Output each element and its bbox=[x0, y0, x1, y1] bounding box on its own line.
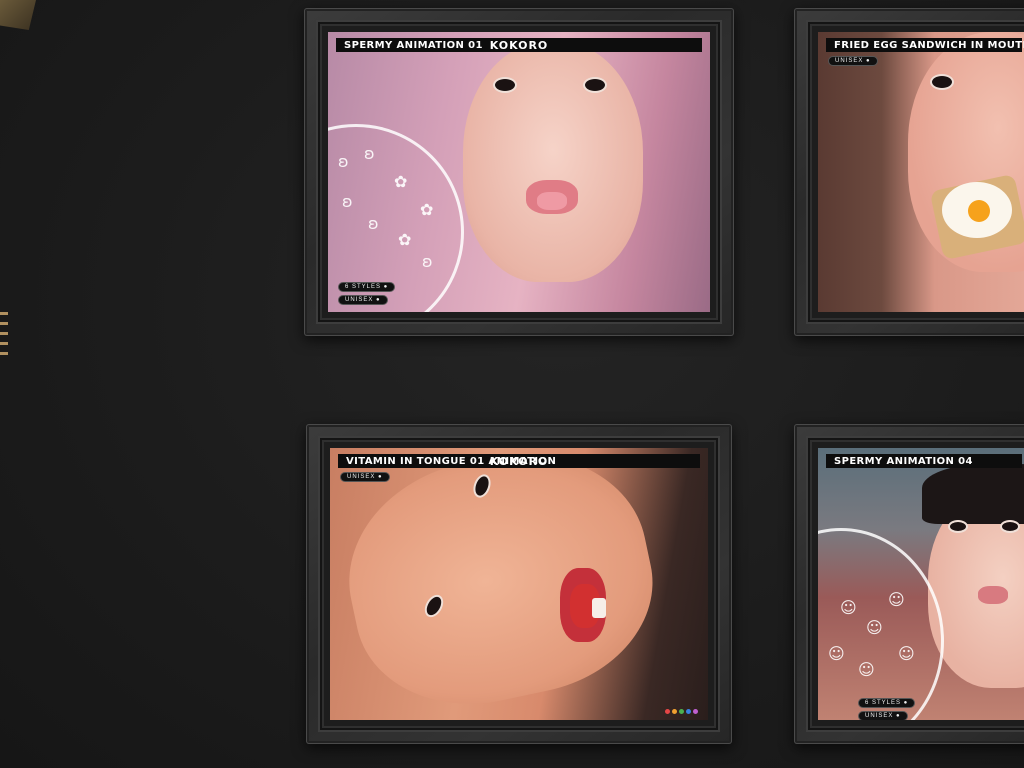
brand-logo: KOKORO bbox=[489, 454, 549, 468]
ghost-icon: ☺ bbox=[840, 598, 857, 617]
poster-title-bar: SPERMY ANIMATION 01 KOKORO bbox=[336, 38, 702, 52]
unisex-pill: UNISEX ● bbox=[828, 56, 878, 66]
vitamin-pill-icon bbox=[592, 598, 606, 618]
styles-pill: 6 STYLES ● bbox=[338, 282, 396, 292]
poster-title: SPERMY ANIMATION 01 bbox=[344, 39, 483, 51]
eye-left bbox=[948, 520, 968, 533]
poster-image: ʚ ʚ ʚ ʚ ✿ ✿ ✿ ʚ SPERMY ANIMATION 01 KOKO… bbox=[328, 32, 710, 312]
edge-stripes bbox=[0, 312, 8, 362]
pill-group: UNISEX ● bbox=[340, 470, 390, 482]
left-edge-prop bbox=[0, 0, 36, 768]
mouth bbox=[978, 586, 1008, 604]
frame-bezel: ʚ ʚ ʚ ʚ ✿ ✿ ✿ ʚ SPERMY ANIMATION 01 KOKO… bbox=[318, 22, 720, 322]
hair-shape bbox=[922, 464, 1024, 524]
spermy-icon: ʚ bbox=[422, 252, 433, 271]
unisex-pill: UNISEX ● bbox=[340, 472, 390, 482]
face-illustration bbox=[330, 448, 672, 720]
unisex-pill: UNISEX ● bbox=[338, 295, 388, 305]
styles-pill: 6 STYLES ● bbox=[858, 698, 916, 708]
eye-right bbox=[1000, 520, 1020, 533]
frame-bezel: ☺ ☺ ☺ ☺ ☺ ☺ SPERMY ANIMATION 04 6 STYLES… bbox=[808, 438, 1024, 730]
poster-image: ☺ ☺ ☺ ☺ ☺ ☺ SPERMY ANIMATION 04 6 STYLES… bbox=[818, 448, 1024, 720]
spermy-icon: ʚ bbox=[364, 144, 375, 163]
unisex-pill: UNISEX ● bbox=[858, 711, 908, 720]
ghost-icon: ☺ bbox=[898, 644, 915, 663]
spermy-icon: ✿ bbox=[420, 200, 434, 219]
spermy-icon: ʚ bbox=[342, 192, 353, 211]
eye-left bbox=[493, 77, 517, 93]
poster-image: FRIED EGG SANDWICH IN MOUTH UNISEX ● bbox=[818, 32, 1024, 312]
poster-title-bar: SPERMY ANIMATION 04 bbox=[826, 454, 1022, 468]
spermy-icon: ʚ bbox=[368, 214, 379, 233]
eye-left bbox=[930, 74, 954, 90]
spermy-icon: ✿ bbox=[398, 230, 412, 249]
frame-bezel: VITAMIN IN TONGUE 01 ANIMATION KOKORO UN… bbox=[320, 438, 718, 730]
pill-group: 6 STYLES ● UNISEX ● bbox=[338, 280, 396, 305]
poster-frame-vitamin-in-tongue[interactable]: VITAMIN IN TONGUE 01 ANIMATION KOKORO UN… bbox=[306, 424, 732, 744]
spermy-icon: ✿ bbox=[394, 172, 408, 191]
poster-frame-spermy-animation-04[interactable]: ☺ ☺ ☺ ☺ ☺ ☺ SPERMY ANIMATION 04 6 STYLES… bbox=[794, 424, 1024, 744]
poster-title: FRIED EGG SANDWICH IN MOUTH bbox=[834, 39, 1024, 51]
color-swatch-dots bbox=[665, 709, 698, 714]
ghost-icon: ☺ bbox=[828, 644, 845, 663]
egg-yolk-icon bbox=[968, 200, 990, 222]
poster-title-bar: FRIED EGG SANDWICH IN MOUTH bbox=[826, 38, 1024, 52]
ghost-icon: ☺ bbox=[888, 590, 905, 609]
brand-logo: KOKORO bbox=[489, 38, 549, 52]
spermy-icon: ʚ bbox=[338, 152, 349, 171]
tongue bbox=[537, 192, 567, 210]
poster-image: VITAMIN IN TONGUE 01 ANIMATION KOKORO UN… bbox=[330, 448, 708, 720]
ghost-icon: ☺ bbox=[866, 618, 883, 637]
pill-group: 6 STYLES ● UNISEX ● bbox=[858, 696, 916, 720]
poster-frame-spermy-animation-01[interactable]: ʚ ʚ ʚ ʚ ✿ ✿ ✿ ʚ SPERMY ANIMATION 01 KOKO… bbox=[304, 8, 734, 336]
poster-frame-fried-egg-sandwich[interactable]: FRIED EGG SANDWICH IN MOUTH UNISEX ● bbox=[794, 8, 1024, 336]
poster-title: SPERMY ANIMATION 04 bbox=[834, 455, 973, 467]
frame-bezel: FRIED EGG SANDWICH IN MOUTH UNISEX ● bbox=[808, 22, 1024, 322]
poster-title-bar: VITAMIN IN TONGUE 01 ANIMATION KOKORO bbox=[338, 454, 700, 468]
eye-right bbox=[583, 77, 607, 93]
pill-group: UNISEX ● bbox=[828, 54, 878, 66]
ghost-icon: ☺ bbox=[858, 660, 875, 679]
face-illustration bbox=[463, 42, 643, 282]
